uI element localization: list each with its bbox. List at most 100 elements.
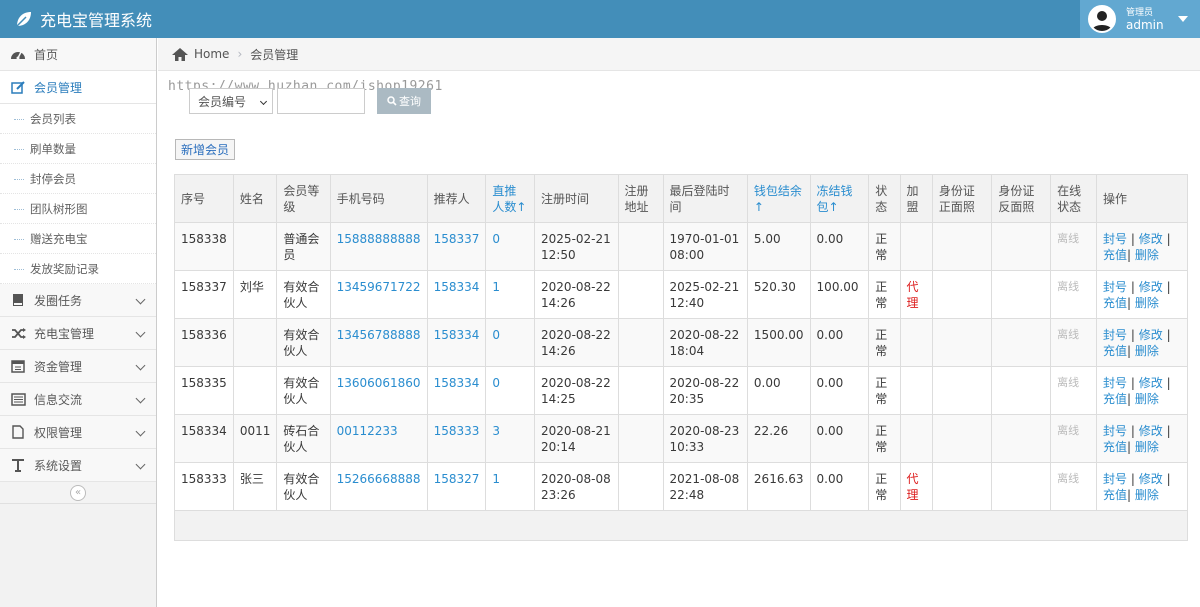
delete-link[interactable]: 删除 <box>1135 248 1159 262</box>
recharge-link[interactable]: 充值 <box>1103 440 1127 454</box>
sort-wallet-balance[interactable]: 钱包结余↑ <box>746 174 811 223</box>
level-cell: 砖石合伙人 <box>276 414 331 463</box>
sidebar-item-permissions[interactable]: 权限管理 <box>0 416 156 449</box>
referrer-link[interactable]: 158334 <box>426 318 487 367</box>
direct-count-link[interactable]: 0 <box>485 318 536 367</box>
recharge-link[interactable]: 充值 <box>1103 248 1127 262</box>
search-field-select[interactable]: 会员编号 <box>189 88 273 114</box>
edit-link[interactable]: 修改 <box>1139 328 1163 342</box>
col-header: 姓名 <box>232 174 278 223</box>
phone-link[interactable]: 13459671722 <box>329 270 428 319</box>
join-type-cell <box>899 366 933 415</box>
separator: | <box>1127 392 1132 406</box>
referrer-link[interactable]: 158327 <box>426 462 487 511</box>
delete-link[interactable]: 删除 <box>1135 392 1159 406</box>
phone-link[interactable]: 13606061860 <box>329 366 428 415</box>
ban-link[interactable]: 封号 <box>1103 328 1127 342</box>
register-time-cell: 2020-08-22 14:25 <box>534 366 619 415</box>
table-row: 158333 张三 有效合伙人 15266668888 158327 1 2020-08-0… <box>174 462 1188 511</box>
submenu-member-list[interactable]: 会员列表 <box>0 104 156 134</box>
separator: | <box>1127 488 1132 502</box>
referrer-link[interactable]: 158334 <box>426 366 487 415</box>
direct-count-link[interactable]: 0 <box>485 366 536 415</box>
members-table: 序号 姓名 会员等级 手机号码 推荐人 直推人数↑ 注册时间 注册地址 最后登陆… <box>174 174 1188 541</box>
delete-link[interactable]: 删除 <box>1135 344 1159 358</box>
delete-link[interactable]: 删除 <box>1135 488 1159 502</box>
user-menu[interactable]: 管理员 admin <box>1080 0 1200 38</box>
recharge-link[interactable]: 充值 <box>1103 296 1127 310</box>
wallet-balance-cell: 0.00 <box>746 366 811 415</box>
submenu-gift-powerbank[interactable]: 赠送充电宝 <box>0 224 156 254</box>
direct-count-link[interactable]: 3 <box>485 414 536 463</box>
add-member-button[interactable]: 新增会员 <box>175 139 236 160</box>
submenu-team-tree[interactable]: 团队树形图 <box>0 194 156 224</box>
delete-link[interactable]: 删除 <box>1135 440 1159 454</box>
id-front-photo-cell <box>931 462 993 511</box>
edit-link[interactable]: 修改 <box>1139 376 1163 390</box>
sidebar-item-home[interactable]: 首页 <box>0 38 156 71</box>
table-row: 158337 刘华 有效合伙人 13459671722 158334 1 2020-08-2… <box>174 270 1188 319</box>
sidebar-item-label: 资金管理 <box>34 359 83 374</box>
name-cell <box>232 366 278 415</box>
sort-direct-count[interactable]: 直推人数↑ <box>485 174 536 223</box>
join-type-cell: 代理 <box>899 270 933 319</box>
register-time-cell: 2020-08-08 23:26 <box>534 462 619 511</box>
referrer-link[interactable]: 158333 <box>426 414 487 463</box>
edit-link[interactable]: 修改 <box>1139 424 1163 438</box>
delete-link[interactable]: 删除 <box>1135 296 1159 310</box>
sidebar-item-powerbank[interactable]: 充电宝管理 <box>0 317 156 350</box>
referrer-link[interactable]: 158337 <box>426 222 487 271</box>
edit-link[interactable]: 修改 <box>1139 232 1163 246</box>
collapse-sidebar-button[interactable]: « <box>70 484 86 501</box>
breadcrumb: Home › 会员管理 <box>158 38 1200 71</box>
ban-link[interactable]: 封号 <box>1103 376 1127 390</box>
ban-link[interactable]: 封号 <box>1103 424 1127 438</box>
actions-cell: 封号 | 修改 | 充值| 删除 <box>1096 366 1188 415</box>
recharge-link[interactable]: 充值 <box>1103 392 1127 406</box>
sidebar-item-messages[interactable]: 信息交流 <box>0 383 156 416</box>
separator: | <box>1130 328 1135 342</box>
phone-link[interactable]: 13456788888 <box>329 318 428 367</box>
ban-link[interactable]: 封号 <box>1103 472 1127 486</box>
online-status-cell: 离线 <box>1050 462 1098 511</box>
ban-link[interactable]: 封号 <box>1103 232 1127 246</box>
phone-link[interactable]: 00112233 <box>329 414 428 463</box>
phone-link[interactable]: 15266668888 <box>329 462 428 511</box>
recharge-link[interactable]: 充值 <box>1103 344 1127 358</box>
id-back-photo-cell <box>991 366 1052 415</box>
col-header: 序号 <box>174 174 234 223</box>
sidebar-item-funds[interactable]: 资金管理 <box>0 350 156 383</box>
ban-link[interactable]: 封号 <box>1103 280 1127 294</box>
name-cell <box>232 318 278 367</box>
separator: | <box>1130 280 1135 294</box>
query-button[interactable]: 查询 <box>377 88 431 114</box>
phone-link[interactable]: 15888888888 <box>329 222 428 271</box>
sidebar-item-members[interactable]: 会员管理 <box>0 71 156 104</box>
sidebar-item-tasks[interactable]: 发圈任务 <box>0 284 156 317</box>
separator: | <box>1166 328 1171 342</box>
submenu-order-count[interactable]: 刷单数量 <box>0 134 156 164</box>
sidebar-item-label: 会员管理 <box>34 80 83 95</box>
direct-count-link[interactable]: 1 <box>485 270 536 319</box>
breadcrumb-home-link[interactable]: Home <box>194 47 229 61</box>
submenu-reward-records[interactable]: 发放奖励记录 <box>0 254 156 284</box>
member-id-cell: 158336 <box>174 318 234 367</box>
search-input[interactable] <box>277 88 365 114</box>
sidebar-item-label: 权限管理 <box>34 425 83 440</box>
actions-cell: 封号 | 修改 | 充值| 删除 <box>1096 462 1188 511</box>
referrer-link[interactable]: 158334 <box>426 270 487 319</box>
recharge-link[interactable]: 充值 <box>1103 488 1127 502</box>
edit-link[interactable]: 修改 <box>1139 472 1163 486</box>
direct-count-link[interactable]: 0 <box>485 222 536 271</box>
home-icon[interactable] <box>172 47 188 61</box>
sort-frozen-wallet[interactable]: 冻结钱包↑ <box>809 174 870 223</box>
edit-link[interactable]: 修改 <box>1139 280 1163 294</box>
frozen-wallet-cell: 0.00 <box>809 462 870 511</box>
register-time-cell: 2020-08-22 14:26 <box>534 318 619 367</box>
app-brand[interactable]: 充电宝管理系统 <box>14 7 152 31</box>
submenu-banned-members[interactable]: 封停会员 <box>0 164 156 194</box>
sidebar-item-settings[interactable]: 系统设置 <box>0 449 156 482</box>
last-login-cell: 2020-08-22 18:04 <box>662 318 748 367</box>
direct-count-link[interactable]: 1 <box>485 462 536 511</box>
id-front-photo-cell <box>931 366 993 415</box>
